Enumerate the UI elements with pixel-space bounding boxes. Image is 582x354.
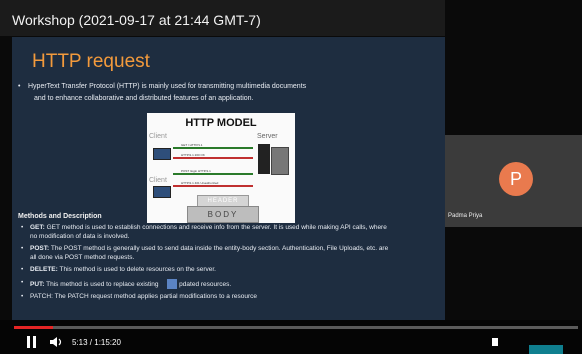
diagram-title: HTTP MODEL (185, 117, 257, 129)
pause-icon[interactable] (26, 336, 38, 348)
server-label: Server (257, 133, 278, 140)
video-title: Workshop (2021-09-17 at 21:44 GMT-7) (12, 12, 261, 28)
laptop-icon (153, 186, 171, 198)
playback-time: 5:13 / 1:15:20 (72, 338, 121, 347)
avatar: P (499, 162, 533, 196)
method-text: The POST method is generally used to sen… (50, 245, 389, 252)
method-name: GET: (30, 224, 45, 231)
intro-line-1: HyperText Transfer Protocol (HTTP) is ma… (28, 83, 307, 90)
body-block: BODY (187, 206, 259, 223)
response-arrow (173, 157, 253, 159)
method-name: DELETE: (30, 266, 58, 273)
method-text-cont: no modification of data is involved. (30, 232, 130, 240)
shared-slide: HTTP request • HyperText Transfer Protoco… (12, 37, 445, 320)
server-tower-icon (258, 144, 270, 174)
sharing-notice (163, 280, 164, 289)
response-arrow (173, 185, 253, 187)
arrow-label: HTTP/1.1 200 OK (181, 153, 205, 157)
participant-name: Padma Priya (448, 213, 483, 219)
progress-played (14, 326, 53, 329)
method-item: DELETE: This method is used to delete re… (18, 266, 438, 275)
method-name: PUT: (30, 280, 45, 288)
progress-bar[interactable] (14, 326, 578, 329)
arrow-label: GET / HTTP/1.1 (181, 143, 203, 147)
methods-list: GET: GET method is used to establish con… (18, 224, 438, 306)
player-controls: 5:13 / 1:15:20 (0, 320, 582, 354)
participant-tile[interactable]: P Padma Priya (445, 135, 582, 227)
methods-heading: Methods and Description (18, 213, 102, 220)
request-arrow (173, 147, 253, 149)
method-name: PATCH: (30, 293, 53, 300)
slide-heading: HTTP request (32, 51, 150, 72)
method-name: POST: (30, 245, 50, 252)
method-text-cont: all done via POST method requests. (30, 253, 135, 261)
video-title-bar: Workshop (2021-09-17 at 21:44 GMT-7) (0, 0, 445, 36)
method-text: This method is used to delete resources … (59, 266, 216, 273)
stop-sharing-button[interactable] (167, 278, 178, 289)
volume-icon[interactable] (50, 336, 64, 348)
client-label: Client (149, 133, 167, 140)
method-text: GET method is used to establish connecti… (46, 224, 387, 231)
method-item: POST: The POST method is generally used … (18, 245, 438, 262)
arrow-label: POST /login HTTP/1.1 (181, 169, 211, 173)
method-text: This method is used to replace existing (46, 280, 159, 288)
video-frame: Workshop (2021-09-17 at 21:44 GMT-7) HTT… (0, 0, 582, 354)
method-item: PATCH: The PATCH request method applies … (18, 293, 438, 302)
method-text: The PATCH request method applies partial… (54, 293, 258, 300)
method-item: PUT: This method is used to replace exis… (18, 278, 438, 289)
method-item: GET: GET method is used to establish con… (18, 224, 438, 241)
arrow-label: HTTP/1.1 401 Unauthorized (181, 181, 219, 185)
request-arrow (173, 173, 253, 175)
laptop-icon (153, 148, 171, 160)
client-label-2: Client (149, 177, 167, 184)
captions-icon[interactable] (492, 338, 498, 346)
http-model-diagram: HTTP MODEL Client Server Client GET / HT… (147, 113, 295, 223)
slide-intro: • HyperText Transfer Protocol (HTTP) is m… (18, 81, 438, 105)
intro-line-2: and to enhance collaborative and distrib… (34, 95, 254, 102)
server-unit-icon (271, 147, 289, 175)
method-text-end: pdated resources. (179, 280, 232, 288)
settings-button[interactable] (529, 345, 563, 354)
